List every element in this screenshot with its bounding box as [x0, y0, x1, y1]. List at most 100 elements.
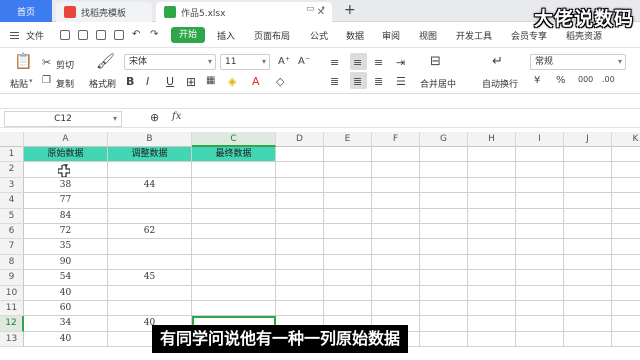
- cell-j8[interactable]: [564, 254, 612, 271]
- print-icon[interactable]: [96, 30, 106, 40]
- font-color-icon[interactable]: A: [252, 75, 260, 88]
- cell-c10[interactable]: [192, 285, 276, 301]
- column-header-c[interactable]: C: [192, 132, 276, 147]
- cell-a5[interactable]: 84: [24, 208, 108, 224]
- cell-b1[interactable]: 调整数据: [108, 147, 192, 163]
- align-top-icon[interactable]: ≡: [330, 56, 339, 69]
- cell-g7[interactable]: [420, 239, 468, 255]
- redo-icon[interactable]: ↷: [150, 29, 158, 40]
- tab-template[interactable]: 找稻壳模板: [56, 2, 152, 22]
- cell-c6[interactable]: [192, 224, 276, 240]
- format-painter-icon[interactable]: 🖌: [96, 52, 115, 70]
- cell-j7[interactable]: [564, 239, 612, 255]
- currency-icon[interactable]: ¥: [534, 75, 540, 86]
- cell-k9[interactable]: [612, 270, 640, 286]
- cell-d11[interactable]: [276, 301, 324, 317]
- cell-k3[interactable]: [612, 178, 640, 194]
- cell-i11[interactable]: [516, 301, 564, 317]
- cell-h7[interactable]: [468, 239, 516, 255]
- column-header-d[interactable]: D: [276, 132, 324, 147]
- cell-e4[interactable]: [324, 193, 372, 209]
- row-header-13[interactable]: 13: [0, 331, 24, 348]
- cell-i6[interactable]: [516, 224, 564, 240]
- cell-k6[interactable]: [612, 224, 640, 240]
- align-right-icon[interactable]: ≣: [374, 75, 383, 88]
- merge-center-button[interactable]: 合并居中: [420, 77, 456, 90]
- select-all-corner[interactable]: [0, 132, 24, 147]
- cell-f8[interactable]: [372, 254, 420, 271]
- cell-b6[interactable]: 62: [108, 224, 192, 240]
- cell-b8[interactable]: [108, 254, 192, 271]
- cell-d1[interactable]: [276, 147, 324, 163]
- cell-e7[interactable]: [324, 239, 372, 255]
- row-header-11[interactable]: 11: [0, 301, 24, 317]
- format-painter-button[interactable]: 格式刷: [89, 77, 116, 90]
- cell-d8[interactable]: [276, 254, 324, 271]
- cell-d9[interactable]: [276, 270, 324, 286]
- cell-j10[interactable]: [564, 285, 612, 301]
- menu-dev[interactable]: 开发工具: [456, 29, 492, 42]
- menu-view[interactable]: 视图: [419, 29, 437, 42]
- fill-color-icon[interactable]: ◈: [228, 75, 236, 88]
- cell-h5[interactable]: [468, 208, 516, 224]
- cell-a4[interactable]: 77: [24, 193, 108, 209]
- cell-a7[interactable]: 35: [24, 239, 108, 255]
- copy-button[interactable]: 复制: [56, 77, 74, 90]
- cell-c1[interactable]: 最终数据: [192, 147, 276, 163]
- tab-home[interactable]: 首页: [0, 0, 52, 22]
- cell-g12[interactable]: [420, 316, 468, 332]
- cell-g2[interactable]: [420, 162, 468, 178]
- cell-i7[interactable]: [516, 239, 564, 255]
- cell-c11[interactable]: [192, 301, 276, 317]
- cut-button[interactable]: 剪切: [56, 58, 74, 71]
- row-header-6[interactable]: 6: [0, 224, 24, 240]
- save-icon[interactable]: [60, 30, 70, 40]
- column-header-k[interactable]: K: [612, 132, 640, 147]
- cell-k8[interactable]: [612, 255, 640, 271]
- cell-c9[interactable]: [192, 270, 276, 286]
- cell-j5[interactable]: [564, 208, 612, 224]
- cell-g5[interactable]: [420, 208, 468, 224]
- cell-g6[interactable]: [420, 224, 468, 240]
- monitor-icon[interactable]: ▭: [306, 4, 315, 14]
- new-tab-button[interactable]: +: [344, 2, 356, 18]
- row-header-4[interactable]: 4: [0, 193, 24, 209]
- column-header-h[interactable]: H: [468, 132, 516, 147]
- menu-layout[interactable]: 页面布局: [254, 29, 290, 42]
- cell-i10[interactable]: [516, 285, 564, 301]
- cell-a9[interactable]: 54: [24, 270, 108, 286]
- cell-i5[interactable]: [516, 208, 564, 224]
- cell-i9[interactable]: [516, 270, 564, 286]
- preview-icon[interactable]: [114, 30, 124, 40]
- cell-f7[interactable]: [372, 239, 420, 255]
- cell-e2[interactable]: [324, 162, 372, 178]
- row-header-12[interactable]: 12: [0, 316, 24, 332]
- row-header-3[interactable]: 3: [0, 177, 24, 194]
- cell-b10[interactable]: [108, 285, 192, 301]
- cell-f3[interactable]: [372, 177, 420, 194]
- cell-i4[interactable]: [516, 193, 564, 209]
- cell-h6[interactable]: [468, 224, 516, 240]
- column-header-f[interactable]: F: [372, 132, 420, 147]
- cell-h11[interactable]: [468, 301, 516, 317]
- cell-c3[interactable]: [192, 177, 276, 194]
- bold-icon[interactable]: B: [126, 75, 134, 88]
- cell-k4[interactable]: [612, 193, 640, 209]
- cell-a1[interactable]: 原始数据: [24, 147, 108, 163]
- menu-formula[interactable]: 公式: [310, 29, 328, 42]
- cell-k10[interactable]: [612, 286, 640, 301]
- cell-a6[interactable]: 72: [24, 224, 108, 240]
- paste-button[interactable]: 粘贴: [10, 77, 28, 90]
- font-shrink-icon[interactable]: A⁻: [298, 56, 310, 67]
- merge-cells-icon[interactable]: ▦: [206, 75, 215, 86]
- export-icon[interactable]: [78, 30, 88, 40]
- cell-e6[interactable]: [324, 224, 372, 240]
- cell-g4[interactable]: [420, 193, 468, 209]
- align-middle-icon[interactable]: ≡: [353, 56, 362, 69]
- cell-a8[interactable]: 90: [24, 254, 108, 271]
- cell-k12[interactable]: [612, 316, 640, 332]
- cell-j11[interactable]: [564, 301, 612, 317]
- cell-d3[interactable]: [276, 177, 324, 194]
- cell-d6[interactable]: [276, 224, 324, 240]
- cell-d10[interactable]: [276, 285, 324, 301]
